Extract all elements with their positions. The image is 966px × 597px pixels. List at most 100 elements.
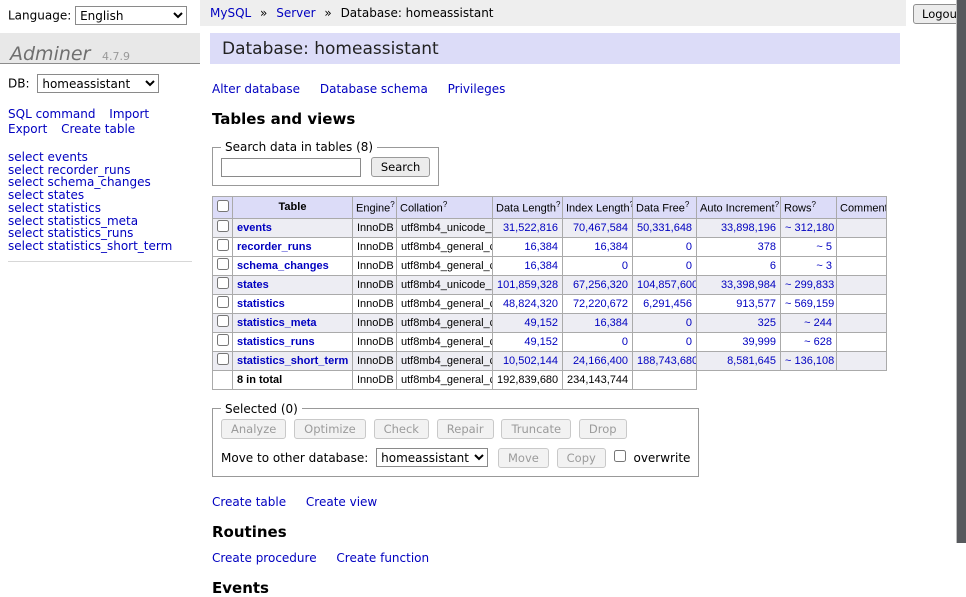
auto-increment-link[interactable]: 6: [770, 260, 776, 272]
row-select-checkbox[interactable]: [217, 258, 229, 270]
move-db-select[interactable]: homeassistant: [376, 448, 488, 467]
index-length-link[interactable]: 0: [622, 260, 628, 272]
index-length-link[interactable]: 72,220,672: [573, 298, 628, 310]
table-name-link[interactable]: statistics_meta: [237, 317, 317, 329]
auto-increment-cell: 33,398,984: [697, 275, 781, 294]
column-help-link[interactable]: ?: [390, 200, 394, 209]
optimize-button[interactable]: Optimize: [294, 419, 366, 439]
row-select-checkbox[interactable]: [217, 296, 229, 308]
rows-count-link[interactable]: ~ 299,833: [785, 279, 834, 291]
data-length-link[interactable]: 10,502,144: [503, 355, 558, 367]
sidebar-link-sql-command[interactable]: SQL command: [8, 107, 95, 121]
table-name-link[interactable]: schema_changes: [237, 260, 329, 272]
create-view-link[interactable]: Create view: [306, 495, 377, 509]
row-select-checkbox[interactable]: [217, 220, 229, 232]
rows-count-link[interactable]: ~ 136,108: [785, 355, 834, 367]
repair-button[interactable]: Repair: [437, 419, 494, 439]
sidebar-link-select-statistics[interactable]: select statistics: [8, 202, 192, 215]
row-select-checkbox[interactable]: [217, 334, 229, 346]
overwrite-label[interactable]: overwrite: [633, 451, 690, 465]
create-procedure-link[interactable]: Create procedure: [212, 551, 317, 565]
table-name-link[interactable]: recorder_runs: [237, 241, 312, 253]
overwrite-checkbox[interactable]: [614, 450, 626, 462]
language-select[interactable]: English: [75, 6, 187, 25]
auto-increment-link[interactable]: 33,898,196: [721, 222, 776, 234]
sidebar-link-import[interactable]: Import: [109, 107, 149, 121]
auto-increment-link[interactable]: 378: [758, 241, 776, 253]
index-length-link[interactable]: 24,166,400: [573, 355, 628, 367]
scrollbar-thumb[interactable]: [957, 0, 966, 543]
data-free-link[interactable]: 0: [686, 317, 692, 329]
search-input[interactable]: [221, 158, 361, 177]
truncate-button[interactable]: Truncate: [501, 419, 571, 439]
column-help-link[interactable]: ?: [775, 200, 779, 209]
rows-count-link[interactable]: ~ 5: [816, 241, 832, 253]
alter-database-link[interactable]: Alter database: [212, 82, 300, 96]
sidebar-link-export[interactable]: Export: [8, 122, 47, 136]
column-help-link[interactable]: ?: [812, 200, 816, 209]
vertical-scrollbar[interactable]: [956, 0, 966, 543]
rows-count-link[interactable]: ~ 628: [804, 336, 832, 348]
rows-count-link[interactable]: ~ 244: [804, 317, 832, 329]
breadcrumb-link-mysql[interactable]: MySQL: [210, 6, 251, 20]
data-free-link[interactable]: 188,743,680: [637, 355, 697, 367]
create-table-link[interactable]: Create table: [212, 495, 286, 509]
index-length-link[interactable]: 70,467,584: [573, 222, 628, 234]
index-length-link[interactable]: 16,384: [594, 317, 628, 329]
move-button[interactable]: Move: [498, 448, 549, 468]
row-select-checkbox[interactable]: [217, 277, 229, 289]
column-help-link[interactable]: ?: [556, 200, 560, 209]
check-button[interactable]: Check: [374, 419, 429, 439]
row-select-checkbox[interactable]: [217, 239, 229, 251]
drop-button[interactable]: Drop: [579, 419, 627, 439]
app-logo[interactable]: Adminer: [10, 43, 90, 65]
sidebar-link-create-table[interactable]: Create table: [61, 122, 135, 136]
sidebar-link-select-states[interactable]: select states: [8, 189, 192, 202]
select-all-checkbox[interactable]: [217, 200, 229, 212]
data-length-link[interactable]: 49,152: [524, 336, 558, 348]
data-free-link[interactable]: 50,331,648: [637, 222, 692, 234]
data-length-link[interactable]: 16,384: [524, 260, 558, 272]
data-free-link[interactable]: 0: [686, 241, 692, 253]
table-name-link[interactable]: states: [237, 279, 269, 291]
database-schema-link[interactable]: Database schema: [320, 82, 428, 96]
column-help-link[interactable]: ?: [443, 200, 447, 209]
data-free-link[interactable]: 0: [686, 260, 692, 272]
sidebar-link-select-events[interactable]: select events: [8, 151, 192, 164]
auto-increment-link[interactable]: 39,999: [742, 336, 776, 348]
data-length-link[interactable]: 101,859,328: [497, 279, 558, 291]
auto-increment-link[interactable]: 325: [758, 317, 776, 329]
rows-count-link[interactable]: ~ 3: [816, 260, 832, 272]
sidebar-link-select-statistics-short-term[interactable]: select statistics_short_term: [8, 240, 192, 253]
data-length-link[interactable]: 48,824,320: [503, 298, 558, 310]
analyze-button[interactable]: Analyze: [221, 419, 286, 439]
data-length-link[interactable]: 31,522,816: [503, 222, 558, 234]
data-length-link[interactable]: 49,152: [524, 317, 558, 329]
index-length-link[interactable]: 67,256,320: [573, 279, 628, 291]
data-free-link[interactable]: 104,857,600: [637, 279, 697, 291]
copy-button[interactable]: Copy: [557, 448, 606, 468]
table-name-link[interactable]: statistics: [237, 298, 285, 310]
column-help-link[interactable]: ?: [685, 200, 689, 209]
data-free-link[interactable]: 0: [686, 336, 692, 348]
rows-count-link[interactable]: ~ 312,180: [785, 222, 834, 234]
index-length-link[interactable]: 0: [622, 336, 628, 348]
index-length-link[interactable]: 16,384: [594, 241, 628, 253]
data-free-link[interactable]: 6,291,456: [643, 298, 692, 310]
auto-increment-link[interactable]: 913,577: [736, 298, 776, 310]
table-name-link[interactable]: statistics_short_term: [237, 355, 348, 367]
breadcrumb-link-server[interactable]: Server: [276, 6, 315, 20]
search-button[interactable]: Search: [371, 157, 431, 177]
privileges-link[interactable]: Privileges: [448, 82, 506, 96]
rows-count-link[interactable]: ~ 569,159: [785, 298, 834, 310]
table-name-link[interactable]: events: [237, 222, 272, 234]
db-select[interactable]: homeassistant: [37, 74, 159, 93]
create-function-link[interactable]: Create function: [336, 551, 429, 565]
auto-increment-link[interactable]: 8,581,645: [727, 355, 776, 367]
data-length-link[interactable]: 16,384: [524, 241, 558, 253]
row-select-checkbox[interactable]: [217, 315, 229, 327]
auto-increment-link[interactable]: 33,398,984: [721, 279, 776, 291]
auto-increment-cell: 6: [697, 256, 781, 275]
table-name-link[interactable]: statistics_runs: [237, 336, 315, 348]
row-select-checkbox[interactable]: [217, 353, 229, 365]
